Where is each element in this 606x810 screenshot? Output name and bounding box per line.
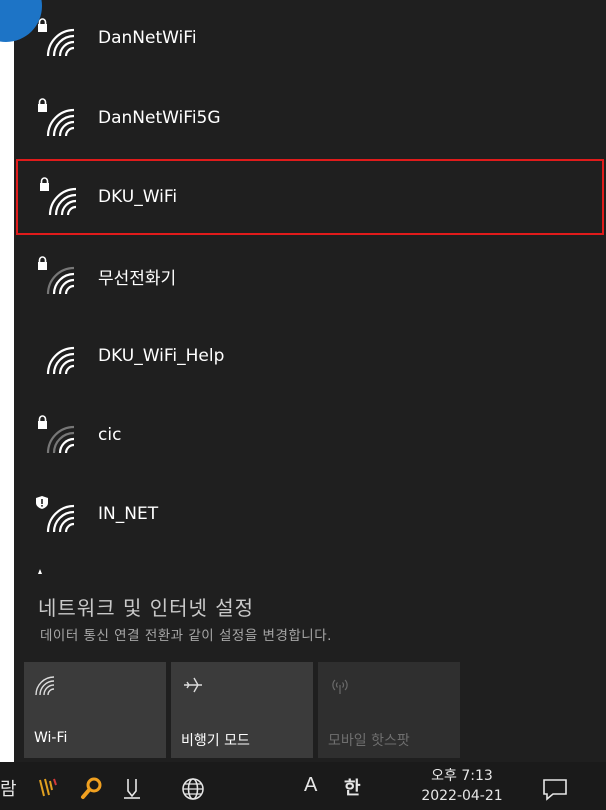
action-center-icon[interactable] (540, 776, 570, 802)
pen-icon[interactable] (120, 776, 144, 800)
app-tray-icon[interactable] (38, 776, 62, 798)
network-item-dannetwifi[interactable]: DanNetWiFi (14, 0, 606, 76)
network-name: IN_NET (98, 504, 159, 524)
network-name: DKU_WiFi (98, 187, 178, 207)
taskbar-partial-text: 람 (0, 779, 17, 800)
clock-time[interactable]: 오후 7:13 (412, 765, 512, 785)
network-settings-description: 데이터 통신 연결 전환과 같이 설정을 변경합니다. (40, 628, 332, 644)
globe-network-icon[interactable] (180, 776, 206, 802)
network-item-dku-wifi-help[interactable]: DKU_WiFi_Help (14, 318, 606, 394)
clock-date[interactable]: 2022-04-21 (402, 788, 522, 804)
ime-language-indicator[interactable]: 한 (344, 774, 361, 800)
wifi-icon (35, 676, 55, 696)
network-flyout: DanNetWiFi DanNetWiFi5G DKU_WiFi 무선전화기 D… (14, 0, 606, 810)
network-item-cic[interactable]: cic (14, 397, 606, 473)
airplane-mode-tile[interactable]: 비행기 모드 (171, 662, 313, 758)
wifi-secured-icon (38, 415, 75, 454)
network-name: cic (98, 425, 122, 445)
wifi-icon (46, 346, 75, 375)
wifi-secured-icon (38, 256, 75, 295)
airplane-icon (184, 677, 202, 693)
partial-network-icon (38, 569, 42, 574)
network-settings-link[interactable]: 네트워크 및 인터넷 설정 (38, 592, 254, 621)
mobile-hotspot-tile[interactable]: 모바일 핫스팟 (318, 662, 460, 758)
network-item-wireless-phone[interactable]: 무선전화기 (14, 238, 606, 314)
search-icon[interactable] (80, 776, 104, 800)
network-item-dannetwifi5g[interactable]: DanNetWiFi5G (14, 80, 606, 156)
airplane-tile-label: 비행기 모드 (181, 733, 250, 749)
network-item-dku-wifi[interactable]: DKU_WiFi (16, 159, 604, 235)
network-name: 무선전화기 (98, 268, 177, 289)
wifi-secured-icon (40, 177, 77, 216)
wifi-toggle-tile[interactable]: Wi-Fi (24, 662, 166, 758)
network-name: DKU_WiFi_Help (98, 346, 225, 366)
network-name: DanNetWiFi (98, 28, 197, 48)
wifi-shield-icon (36, 496, 75, 533)
hotspot-tile-label: 모바일 핫스팟 (328, 733, 410, 749)
wifi-secured-icon (38, 98, 75, 137)
wifi-tile-label: Wi-Fi (34, 730, 68, 746)
network-name: DanNetWiFi5G (98, 108, 221, 128)
hotspot-icon (332, 679, 348, 694)
ime-mode-indicator[interactable]: A (304, 774, 317, 797)
network-item-in-net[interactable]: IN_NET (14, 476, 606, 552)
wifi-secured-icon (38, 18, 75, 57)
